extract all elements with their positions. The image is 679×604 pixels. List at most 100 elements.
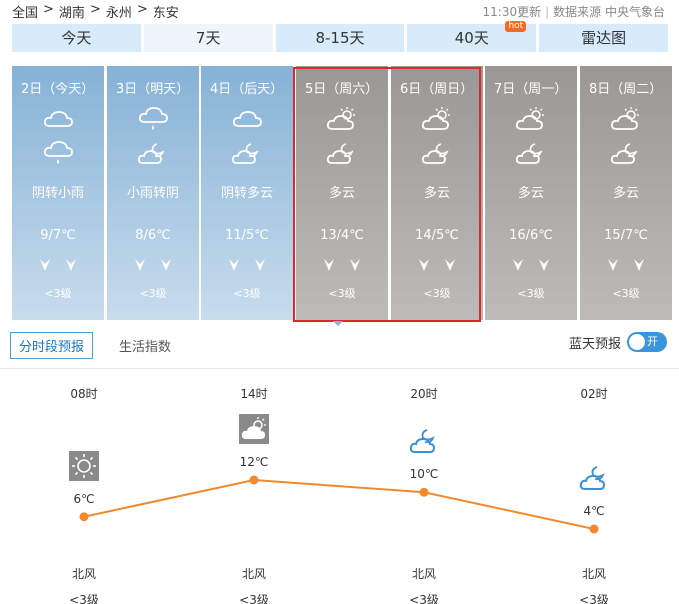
breadcrumb-national[interactable]: 全国 <box>12 2 38 21</box>
day-temperature: 16/6℃ <box>509 228 553 243</box>
hourly-forecast: 08时 北风 <3级 6℃ 14时 北风 <3级 12℃ 20时 北风 <3级 10℃ 02时 北风 <3级… <box>0 368 679 604</box>
hour-wind-direction: 北风 <box>71 567 96 581</box>
day-wind-level: <3级 <box>44 287 72 300</box>
hour-temperature: 12℃ <box>239 455 269 469</box>
day-column[interactable]: 4日（后天） 阴转多云 11/5℃ <3级 <box>201 66 293 320</box>
top-bar: 全国 > 湖南 > 永州 > 东安 11:30更新 | 数据来源 中央气象台 <box>0 0 679 21</box>
hour-temperature: 10℃ <box>409 467 439 482</box>
day-date: 2日（今天） <box>21 82 95 97</box>
tab-hourly-forecast[interactable]: 分时段预报 <box>10 332 94 359</box>
day-wind-level: <3级 <box>139 287 167 300</box>
hour-wind-level: <3级 <box>579 593 609 604</box>
day-column[interactable]: 5日（周六） 多云 13/4℃ <3级 <box>296 66 388 320</box>
data-source: 数据来源 中央气象台 <box>553 5 665 19</box>
cloud-moon-icon <box>409 426 439 456</box>
temperature-line <box>83 478 595 530</box>
hour-time: 14时 <box>240 387 268 401</box>
hour-wind-level: <3级 <box>239 593 269 604</box>
divider: | <box>545 5 550 19</box>
hour-time: 08时 <box>70 387 98 401</box>
day-temperature: 9/7℃ <box>40 228 76 243</box>
cloud-moon-icon <box>579 463 609 493</box>
breadcrumb-separator: > <box>136 2 148 17</box>
wind-direction-arrows <box>485 258 577 275</box>
wind-arrow-icon <box>608 259 618 271</box>
hot-badge: hot <box>505 21 527 32</box>
breadcrumb-province[interactable]: 湖南 <box>59 2 85 21</box>
day-date: 7日（周一） <box>494 82 568 97</box>
day-temperature: 13/4℃ <box>320 228 364 243</box>
day-wind-level: <3级 <box>612 287 640 300</box>
tab-radar[interactable]: 雷达图 <box>539 24 668 52</box>
selected-day-caret <box>333 321 343 326</box>
day-wind-level: <3级 <box>423 287 451 300</box>
day-condition: 小雨转阴 <box>126 186 179 201</box>
cloud-moon-icon <box>137 140 169 166</box>
day-column[interactable]: 7日（周一） 多云 16/6℃ <3级 <box>485 66 577 320</box>
day-date: 8日（周二） <box>589 82 663 97</box>
hour-wind-direction: 北风 <box>411 567 436 581</box>
breadcrumb-county: 东安 <box>152 6 179 21</box>
day-condition: 多云 <box>517 186 544 201</box>
wind-arrow-icon <box>445 259 455 271</box>
wind-direction-arrows <box>296 258 388 275</box>
day-temperature: 15/7℃ <box>604 228 648 243</box>
sun-cloud-icon <box>610 106 642 132</box>
day-column[interactable]: 8日（周二） 多云 15/7℃ <3级 <box>580 66 672 320</box>
tab-7-days[interactable]: 7天 <box>143 24 273 52</box>
breadcrumb: 全国 > 湖南 > 永州 > 东安 <box>12 2 179 21</box>
sun-cloud-icon <box>326 106 358 132</box>
blue-sky-toggle[interactable]: 开 <box>627 332 667 352</box>
wind-direction-arrows <box>12 258 104 275</box>
temperature-point <box>249 475 259 485</box>
hour-temperature: 6℃ <box>73 491 95 506</box>
cloud-moon-icon <box>326 140 358 166</box>
day-column[interactable]: 6日（周日） 多云 14/5℃ <3级 <box>391 66 483 320</box>
day-condition: 多云 <box>423 186 450 201</box>
hour-temperature: 4℃ <box>583 504 605 518</box>
day-temperature: 14/5℃ <box>415 228 459 243</box>
wind-arrow-icon <box>419 259 429 271</box>
tab-8-15-days[interactable]: 8-15天 <box>275 24 405 52</box>
day-column[interactable]: 3日（明天） 小雨转阴 8/6℃ <3级 <box>107 66 199 320</box>
tab-life-index[interactable]: 生活指数 <box>111 333 179 358</box>
sun-cloud-icon <box>239 414 269 444</box>
hour-wind-level: <3级 <box>409 593 439 604</box>
day-temperature: 8/6℃ <box>135 228 171 243</box>
update-info: 11:30更新 | 数据来源 中央气象台 <box>483 3 665 20</box>
update-time: 11:30更新 <box>482 5 542 19</box>
day-condition: 阴转小雨 <box>31 186 84 201</box>
hour-wind-direction: 北风 <box>241 567 266 581</box>
seven-day-forecast: 2日（今天） 阴转小雨 9/7℃ <3级 3日（明天） 小雨转阴 8/6℃ <3级 4日（后天）… <box>12 66 672 320</box>
day-date: 6日（周日） <box>400 82 474 97</box>
blue-sky-label: 蓝天预报 <box>568 336 621 352</box>
toggle-knob <box>629 334 645 350</box>
tab-today[interactable]: 今天 <box>12 24 141 52</box>
wind-arrow-icon <box>66 259 76 271</box>
wind-arrow-icon <box>634 259 644 271</box>
cloud-moon-icon <box>231 140 263 166</box>
temperature-point <box>79 512 89 522</box>
forecast-tabs: 今天 7天 8-15天 40天 hot 雷达图 <box>12 21 668 52</box>
hour-time: 20时 <box>410 387 438 401</box>
wind-arrow-icon <box>161 259 171 271</box>
wind-arrow-icon <box>40 259 50 271</box>
wind-arrow-icon <box>255 259 265 271</box>
cloud-moon-icon <box>421 140 453 166</box>
tab-40-days[interactable]: 40天 hot <box>407 21 537 52</box>
hour-time: 02时 <box>580 387 608 401</box>
cloud-icon <box>231 106 263 132</box>
day-wind-level: <3级 <box>517 287 545 300</box>
breadcrumb-city[interactable]: 永州 <box>106 2 132 21</box>
hour-wind-level: <3级 <box>69 593 99 604</box>
tab-40-days-label: 40天 <box>454 29 489 47</box>
day-column[interactable]: 2日（今天） 阴转小雨 9/7℃ <3级 <box>12 66 104 320</box>
wind-direction-arrows <box>201 258 293 275</box>
wind-arrow-icon <box>324 259 334 271</box>
day-wind-level: <3级 <box>328 287 356 300</box>
breadcrumb-separator: > <box>89 2 101 17</box>
day-date: 3日（明天） <box>116 82 190 97</box>
day-condition: 阴转多云 <box>220 186 273 201</box>
breadcrumb-separator: > <box>43 2 54 17</box>
toggle-label: 开 <box>647 335 658 348</box>
